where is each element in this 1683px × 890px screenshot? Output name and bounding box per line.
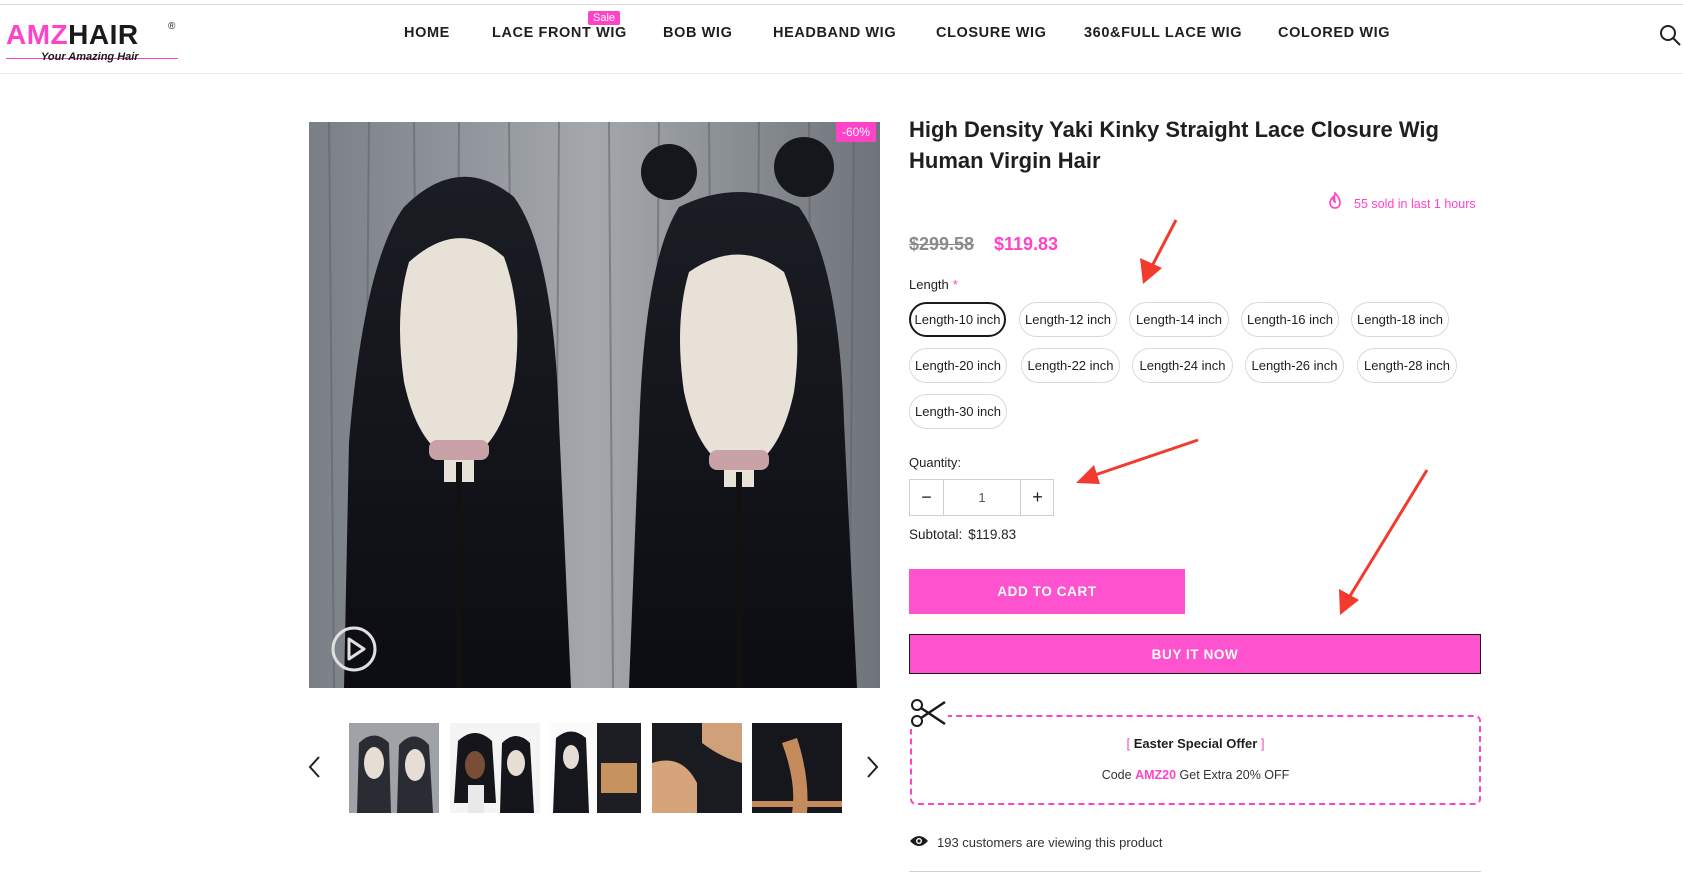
chevron-right-icon[interactable] xyxy=(862,752,882,782)
viewers-count: 193 customers are viewing this product xyxy=(937,835,1163,850)
product-thumbnail[interactable] xyxy=(349,723,439,813)
add-to-cart-button[interactable]: ADD TO CART xyxy=(909,569,1185,614)
length-option-30[interactable]: Length-30 inch xyxy=(909,394,1007,429)
product-thumbnail[interactable] xyxy=(752,723,842,813)
quantity-increase-button[interactable]: + xyxy=(1020,480,1054,515)
buy-it-now-button[interactable]: BUY IT NOW xyxy=(909,634,1481,674)
length-option-24[interactable]: Length-24 inch xyxy=(1132,348,1233,383)
quantity-decrease-button[interactable]: − xyxy=(910,480,944,515)
length-label: Length * xyxy=(909,277,958,292)
annotation-arrow xyxy=(1140,219,1178,284)
main-nav: HOME LACE FRONT WIG Sale BOB WIG HEADBAN… xyxy=(0,5,1683,74)
offer-title-text: Easter Special Offer xyxy=(1133,736,1258,751)
length-option-10[interactable]: Length-10 inch xyxy=(909,302,1006,337)
length-label-text: Length xyxy=(909,277,949,292)
thumbnail-image xyxy=(349,723,439,813)
original-price: $299.58 xyxy=(909,234,975,254)
discount-badge: -60% xyxy=(836,122,877,142)
length-option-16[interactable]: Length-16 inch xyxy=(1241,302,1339,337)
annotation-arrow xyxy=(1076,438,1199,484)
thumbnail-image xyxy=(551,723,641,813)
thumbnail-image xyxy=(752,723,842,813)
sale-price: $119.83 xyxy=(994,234,1059,254)
offer-code-prefix: Code xyxy=(1101,768,1132,782)
nav-item-closure-wig[interactable]: CLOSURE WIG xyxy=(936,25,1047,41)
eye-icon xyxy=(910,836,928,846)
required-mark: * xyxy=(952,277,958,292)
length-option-18[interactable]: Length-18 inch xyxy=(1351,302,1449,337)
offer-code-line: Code AMZ20 Get Extra 20% OFF xyxy=(912,768,1479,782)
chevron-left-icon[interactable] xyxy=(305,752,325,782)
length-option-22[interactable]: Length-22 inch xyxy=(1021,348,1120,383)
offer-bracket-open: [ xyxy=(1126,736,1131,751)
nav-item-bob-wig[interactable]: BOB WIG xyxy=(663,25,732,41)
nav-item-lace-front-wig[interactable]: LACE FRONT WIG Sale xyxy=(492,11,627,41)
thumbnail-image xyxy=(450,723,540,813)
product-thumbnail[interactable] xyxy=(551,723,641,813)
offer-title: [ Easter Special Offer ] xyxy=(912,736,1479,751)
product-title: High Density Yaki Kinky Straight Lace Cl… xyxy=(909,117,1439,173)
nav-item-home[interactable]: HOME xyxy=(404,25,450,41)
fire-icon xyxy=(1329,192,1341,209)
offer-code-suffix: Get Extra 20% OFF xyxy=(1179,768,1290,782)
scissors-icon xyxy=(910,697,948,729)
thumbnail-image xyxy=(652,723,742,813)
nav-item-colored-wig[interactable]: COLORED WIG xyxy=(1278,25,1390,41)
nav-item-360-full-lace-wig[interactable]: 360&FULL LACE WIG xyxy=(1084,25,1242,41)
length-option-14[interactable]: Length-14 inch xyxy=(1129,302,1229,337)
subtotal-value: $119.83 xyxy=(968,527,1017,542)
play-icon[interactable] xyxy=(330,625,378,673)
quantity-input[interactable] xyxy=(944,480,1020,515)
sold-count: 55 sold in last 1 hours xyxy=(1354,197,1476,211)
quantity-label: Quantity: xyxy=(909,455,962,470)
nav-item-headband-wig[interactable]: HEADBAND WIG xyxy=(773,25,896,41)
section-divider xyxy=(909,871,1481,872)
product-main-image[interactable] xyxy=(309,122,880,688)
product-thumbnail[interactable] xyxy=(450,723,540,813)
length-option-26[interactable]: Length-26 inch xyxy=(1245,348,1344,383)
annotation-arrow xyxy=(1339,469,1429,615)
length-option-28[interactable]: Length-28 inch xyxy=(1357,348,1457,383)
length-option-12[interactable]: Length-12 inch xyxy=(1019,302,1117,337)
nav-item-label: LACE FRONT WIG xyxy=(492,25,627,41)
product-thumbnail[interactable] xyxy=(652,723,742,813)
coupon-code[interactable]: AMZ20 xyxy=(1135,768,1176,782)
quantity-stepper: − + xyxy=(909,479,1054,516)
search-icon[interactable] xyxy=(1658,23,1682,47)
site-header: AMZHAIR ® Your Amazing Hair HOME LACE FR… xyxy=(0,5,1683,74)
coupon-offer-box: [ Easter Special Offer ] Code AMZ20 Get … xyxy=(910,715,1481,805)
offer-bracket-close: ] xyxy=(1260,736,1265,751)
subtotal: Subtotal: $119.83 xyxy=(909,527,1016,542)
sale-badge: Sale xyxy=(588,11,621,25)
subtotal-label: Subtotal: xyxy=(909,527,963,542)
length-option-20[interactable]: Length-20 inch xyxy=(909,348,1007,383)
product-photo xyxy=(309,122,880,688)
